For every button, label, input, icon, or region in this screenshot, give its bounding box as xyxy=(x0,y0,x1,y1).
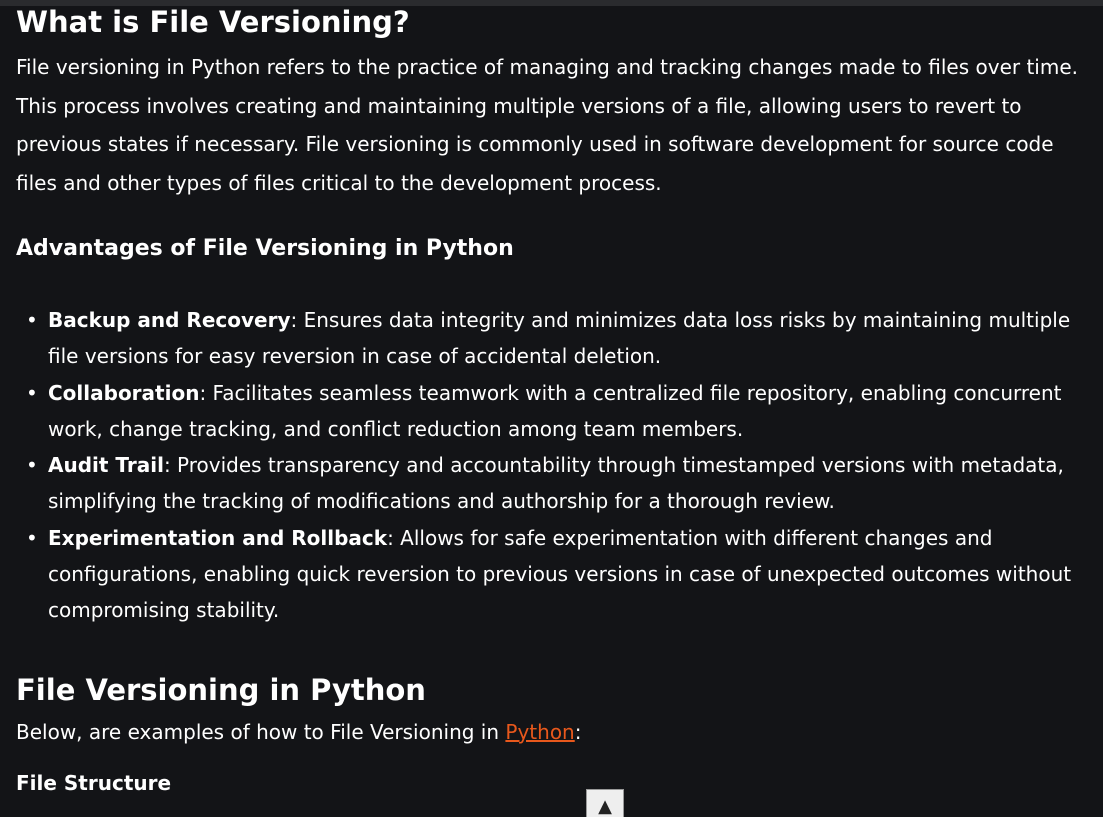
intro-paragraph: File versioning in Python refers to the … xyxy=(16,55,1079,195)
section-title: File Versioning in Python xyxy=(16,672,426,707)
bullet-icon: • xyxy=(26,380,38,405)
list-item-term: Audit Trail xyxy=(48,453,164,478)
arrow-up-icon: ▲ xyxy=(598,796,612,817)
file-structure-heading: File Structure xyxy=(16,770,172,795)
page-title: What is File Versioning? xyxy=(16,5,410,39)
examples-intro: Below, are examples of how to File Versi… xyxy=(16,714,1091,750)
advantages-heading: Advantages of File Versioning in Python xyxy=(16,236,514,261)
list-item-term: Backup and Recovery xyxy=(48,308,291,332)
list-item-desc: : Facilitates seamless teamwork with a c… xyxy=(48,380,1062,441)
article-content: What is File Versioning? File versioning… xyxy=(16,0,1091,801)
examples-intro-suffix: : xyxy=(574,719,582,744)
examples-intro-prefix: Below, are examples of how to File Versi… xyxy=(16,719,506,744)
list-item: • Collaboration: Facilitates seamless te… xyxy=(26,375,1091,448)
bullet-icon: • xyxy=(26,308,38,332)
scroll-to-top-button[interactable]: ▲ xyxy=(586,789,624,817)
advantages-list: • Backup and Recovery: Ensures data inte… xyxy=(16,302,1091,629)
bullet-icon: • xyxy=(26,453,38,478)
bullet-icon: • xyxy=(26,525,38,550)
python-link[interactable]: Python xyxy=(505,720,574,744)
list-item: • Backup and Recovery: Ensures data inte… xyxy=(26,302,1091,375)
list-item-term: Collaboration xyxy=(48,380,200,405)
list-item-desc: : Provides transparency and accountabili… xyxy=(48,453,1064,514)
list-item-term: Experimentation and Rollback xyxy=(48,525,388,550)
list-item: • Audit Trail: Provides transparency and… xyxy=(26,447,1091,520)
list-item: • Experimentation and Rollback: Allows f… xyxy=(26,520,1091,629)
